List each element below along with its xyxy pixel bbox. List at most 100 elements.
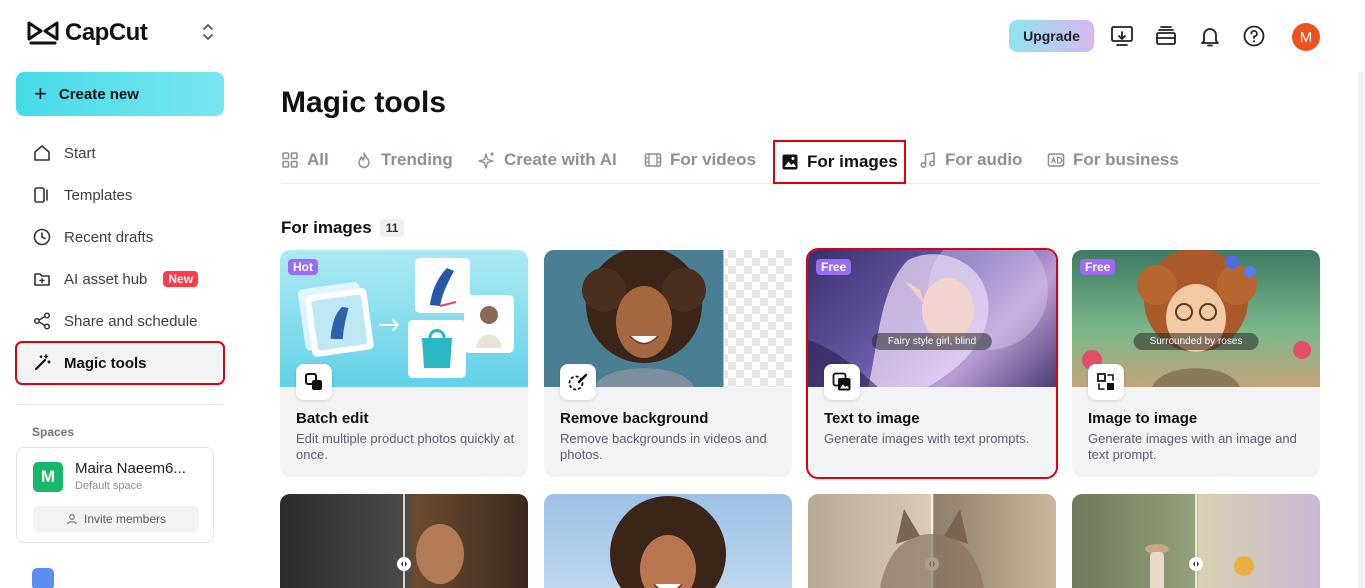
flame-icon bbox=[358, 152, 370, 169]
tab-create-with-ai[interactable]: Create with AI bbox=[478, 140, 617, 180]
section-count: 11 bbox=[379, 219, 405, 237]
desktop-download-icon[interactable] bbox=[1110, 24, 1134, 48]
invite-members-label: Invite members bbox=[83, 512, 167, 526]
tool-card-row2-2[interactable] bbox=[544, 494, 792, 588]
tab-label: Create with AI bbox=[504, 150, 617, 169]
chevron-up-down-icon[interactable] bbox=[200, 22, 216, 42]
prompt-bubble: Surrounded by roses bbox=[1133, 333, 1259, 350]
upgrade-button[interactable]: Upgrade bbox=[1009, 20, 1094, 52]
card-title: Text to image bbox=[824, 410, 920, 427]
help-icon[interactable] bbox=[1242, 24, 1266, 48]
text-to-image-icon bbox=[824, 364, 860, 400]
sidebar-nav: Start Templates Recent drafts AI asset h… bbox=[15, 132, 225, 385]
tool-card-batch-edit[interactable]: Hot Batch edit Edit multiple product pho… bbox=[280, 250, 528, 477]
tool-card-image-to-image[interactable]: Free Surrounded by roses Image to image … bbox=[1072, 250, 1320, 477]
space-name: Maira Naeem6... bbox=[75, 460, 186, 477]
field-illustration bbox=[1145, 494, 1254, 588]
tool-card-remove-background[interactable]: Remove background Remove backgrounds in … bbox=[544, 250, 792, 477]
card-title: Image to image bbox=[1088, 410, 1198, 427]
card-title: Batch edit bbox=[296, 410, 369, 427]
free-tag: Free bbox=[816, 259, 852, 275]
card-description: Edit multiple product photos quickly at … bbox=[296, 431, 515, 462]
tab-for-videos[interactable]: For videos bbox=[644, 140, 756, 180]
templates-icon bbox=[34, 187, 48, 203]
sidebar-item-templates[interactable]: Templates bbox=[16, 174, 224, 216]
user-icon bbox=[67, 514, 77, 525]
card-title: Remove background bbox=[560, 410, 709, 427]
sidebar-item-label: AI asset hub bbox=[64, 270, 148, 288]
sidebar: CapCut + Create new Start Templates Rece… bbox=[0, 0, 240, 588]
new-badge: New bbox=[163, 271, 199, 287]
sidebar-item-start[interactable]: Start bbox=[16, 132, 224, 174]
sidebar-item-share-and-schedule[interactable]: Share and schedule bbox=[16, 300, 224, 342]
workspace-icon[interactable] bbox=[32, 568, 54, 588]
tool-card-row2-1[interactable] bbox=[280, 494, 528, 588]
brand-name: CapCut bbox=[65, 19, 148, 46]
space-subtitle: Default space bbox=[75, 480, 143, 492]
sidebar-divider bbox=[16, 404, 224, 405]
remove-background-icon bbox=[560, 364, 596, 400]
section-header: For images 11 bbox=[281, 218, 405, 238]
cat-illustration bbox=[880, 494, 984, 588]
tab-label: Trending bbox=[381, 150, 453, 169]
page-scrollbar[interactable] bbox=[1358, 72, 1364, 588]
sidebar-item-label: Magic tools bbox=[64, 354, 147, 372]
page-title: Magic tools bbox=[281, 86, 447, 119]
tab-for-audio[interactable]: For audio bbox=[919, 140, 1022, 180]
tab-all[interactable]: All bbox=[281, 140, 329, 180]
compare-illustration bbox=[397, 494, 464, 588]
batch-edit-icon bbox=[296, 364, 332, 400]
grid-icon bbox=[282, 152, 298, 168]
tab-for-business[interactable]: For business bbox=[1047, 140, 1179, 180]
sidebar-item-label: Templates bbox=[64, 186, 133, 204]
create-new-label: Create new bbox=[58, 85, 139, 103]
tab-label: For audio bbox=[945, 150, 1023, 169]
card-description: Generate images with text prompts. bbox=[824, 431, 1030, 446]
sidebar-item-recent-drafts[interactable]: Recent drafts bbox=[16, 216, 224, 258]
home-icon bbox=[34, 145, 50, 161]
card-description: Remove backgrounds in videos and photos. bbox=[560, 431, 767, 462]
sidebar-item-ai-asset-hub[interactable]: AI asset hub New bbox=[16, 258, 224, 300]
tab-label: For business bbox=[1073, 150, 1179, 169]
ad-icon bbox=[1047, 153, 1065, 167]
asset-hub-icon bbox=[34, 273, 50, 286]
spaces-label: Spaces bbox=[32, 425, 75, 439]
plus-icon: + bbox=[34, 81, 47, 106]
share-icon bbox=[33, 312, 51, 330]
category-tabs: All Trending Create with AI For videos F… bbox=[281, 140, 1320, 184]
tool-card-row2-3[interactable] bbox=[808, 494, 1056, 588]
sidebar-item-magic-tools[interactable]: Magic tools bbox=[15, 341, 225, 385]
invite-members-button[interactable]: Invite members bbox=[33, 506, 199, 532]
space-card[interactable]: M Maira Naeem6... Default space Invite m… bbox=[16, 447, 214, 543]
tool-card-row2-4[interactable] bbox=[1072, 494, 1320, 588]
capcut-logo-icon bbox=[27, 21, 59, 45]
magic-wand-icon bbox=[34, 354, 51, 371]
tab-label: All bbox=[307, 150, 329, 169]
smiling-woman-illustration bbox=[610, 496, 726, 588]
film-icon bbox=[644, 153, 662, 167]
tool-card-text-to-image[interactable]: Free Fairy style girl, blind Text to ima… bbox=[806, 248, 1058, 479]
tab-trending[interactable]: Trending bbox=[355, 140, 453, 180]
capcut-logo[interactable]: CapCut bbox=[27, 18, 148, 48]
capcut-app: CapCut + Create new Start Templates Rece… bbox=[0, 0, 1365, 588]
user-avatar[interactable]: M bbox=[1292, 23, 1320, 51]
sidebar-item-label: Start bbox=[64, 144, 96, 162]
space-avatar: M bbox=[33, 462, 63, 492]
free-tag: Free bbox=[1080, 259, 1116, 275]
card-description: Generate images with an image and text p… bbox=[1088, 431, 1297, 462]
tab-label: For images bbox=[807, 152, 898, 171]
create-new-button[interactable]: + Create new bbox=[16, 72, 224, 116]
music-note-icon bbox=[920, 152, 936, 169]
image-icon bbox=[782, 154, 798, 170]
bell-icon[interactable] bbox=[1198, 24, 1222, 48]
tab-for-images[interactable]: For images bbox=[773, 140, 906, 184]
tab-label: For videos bbox=[670, 150, 756, 169]
sidebar-item-label: Recent drafts bbox=[64, 228, 154, 246]
hot-tag: Hot bbox=[288, 259, 318, 275]
clock-icon bbox=[33, 228, 51, 246]
image-to-image-icon bbox=[1088, 364, 1124, 400]
layers-icon[interactable] bbox=[1154, 24, 1178, 48]
sparkle-icon bbox=[478, 151, 495, 169]
sidebar-item-label: Share and schedule bbox=[64, 312, 198, 330]
prompt-bubble: Fairy style girl, blind bbox=[871, 333, 993, 350]
